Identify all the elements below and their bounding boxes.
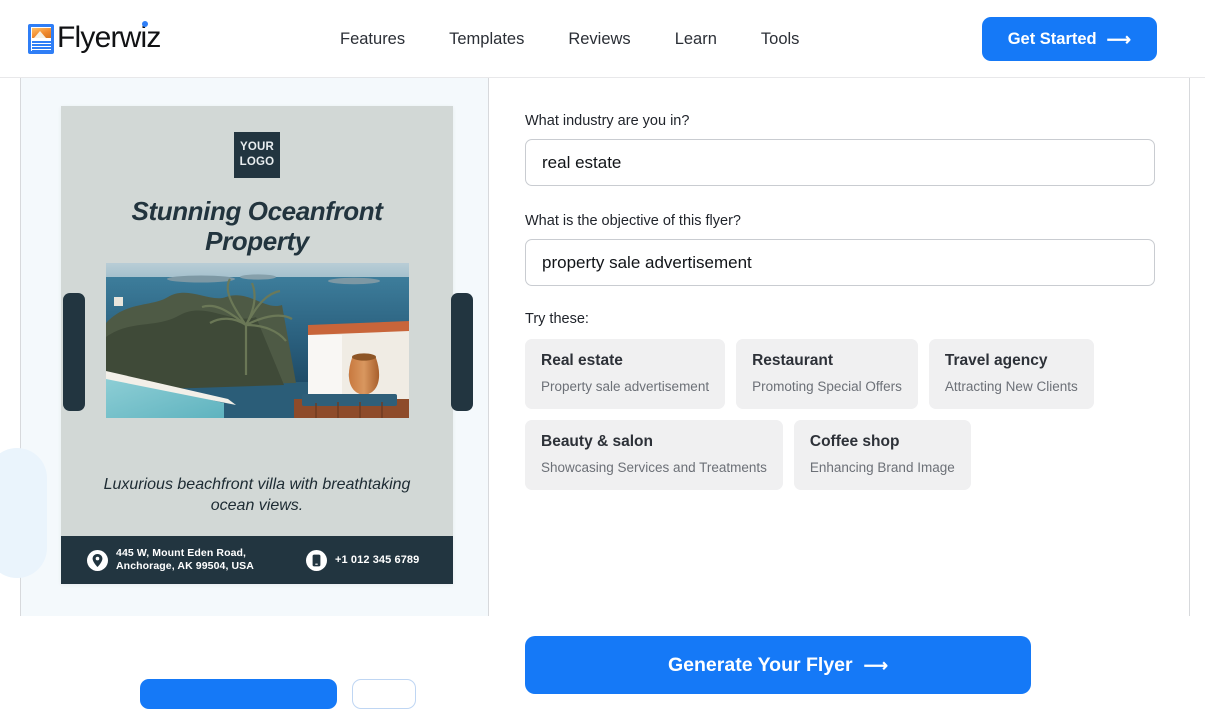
chip-title: Beauty & salon [541, 433, 653, 450]
suggestion-chip-real-estate[interactable]: Real estate Property sale advertisement [525, 339, 726, 409]
flyer-document-icon [28, 24, 54, 54]
location-pin-icon [87, 549, 108, 571]
get-started-label: Get Started [1007, 29, 1097, 48]
flyer-hero-photo [106, 263, 409, 418]
site-header: Flyerwiz Features Templates Reviews Lear… [0, 0, 1205, 78]
logo-dot-icon [141, 21, 148, 27]
generate-flyer-label: Generate Your Flyer [668, 653, 853, 676]
arrow-right-icon: ⟶ [1106, 29, 1131, 49]
flyer-preview-card[interactable]: YOUR LOGO Stunning Oceanfront Property L… [61, 106, 453, 584]
flyer-logo-line-1: YOUR [239, 141, 275, 153]
get-started-button[interactable]: Get Started ⟶ [981, 17, 1157, 61]
flyer-secondary-action-button[interactable] [352, 679, 416, 709]
chip-title: Restaurant [752, 352, 834, 369]
carousel-next-button[interactable] [451, 293, 473, 411]
suggestion-chip-beauty-salon[interactable]: Beauty & salon Showcasing Services and T… [525, 420, 783, 490]
suggestion-chip-list: Real estate Property sale advertisement … [525, 339, 1157, 490]
nav-item-templates[interactable]: Templates [427, 27, 546, 51]
brand-name: Flyerwiz [57, 21, 161, 54]
flyer-logo-placeholder: YOUR LOGO [234, 132, 280, 178]
main-nav: Features Templates Reviews Learn Tools [318, 27, 821, 51]
flyer-form: What industry are you in? What is the ob… [525, 112, 1157, 490]
decorative-blob [0, 448, 47, 578]
preview-pane: YOUR LOGO Stunning Oceanfront Property L… [0, 78, 489, 709]
chip-subtitle: Attracting New Clients [944, 379, 1078, 394]
chip-title: Real estate [541, 352, 623, 369]
pane-divider [1189, 78, 1190, 616]
flyer-footer: 445 W, Mount Eden Road, Anchorage, AK 99… [61, 536, 453, 584]
objective-input[interactable] [525, 239, 1155, 286]
flyer-logo-line-2: LOGO [239, 156, 275, 168]
industry-input[interactable] [525, 139, 1155, 186]
suggestion-chip-travel-agency[interactable]: Travel agency Attracting New Clients [928, 339, 1094, 409]
flyer-address-text: 445 W, Mount Eden Road, Anchorage, AK 99… [116, 547, 254, 572]
nav-item-tools[interactable]: Tools [739, 27, 822, 51]
phone-icon [305, 549, 327, 571]
nav-item-features[interactable]: Features [318, 27, 427, 51]
chip-title: Travel agency [944, 352, 1048, 369]
flyer-phone-block: +1 012 345 6789 [305, 549, 420, 571]
generate-flyer-button[interactable]: Generate Your Flyer ⟶ [525, 636, 1031, 694]
nav-item-learn[interactable]: Learn [653, 27, 739, 51]
chip-subtitle: Enhancing Brand Image [809, 460, 955, 475]
try-these-label: Try these: [525, 311, 589, 327]
carousel-prev-button[interactable] [63, 293, 85, 411]
flyer-primary-action-button[interactable] [140, 679, 337, 709]
chip-subtitle: Showcasing Services and Treatments [541, 460, 767, 475]
suggestion-chip-coffee-shop[interactable]: Coffee shop Enhancing Brand Image [793, 420, 971, 490]
flyer-address-block: 445 W, Mount Eden Road, Anchorage, AK 99… [87, 547, 254, 573]
flyer-subtitle: Luxurious beachfront villa with breathta… [103, 476, 411, 514]
flyer-title: Stunning Oceanfront Property [131, 196, 383, 256]
arrow-right-icon: ⟶ [863, 655, 888, 675]
chip-title: Coffee shop [809, 433, 900, 450]
chip-subtitle: Promoting Special Offers [752, 379, 902, 394]
suggestion-chip-restaurant[interactable]: Restaurant Promoting Special Offers [736, 339, 918, 409]
nav-item-reviews[interactable]: Reviews [546, 27, 652, 51]
flyer-phone-text: +1 012 345 6789 [334, 554, 420, 566]
main-stage: YOUR LOGO Stunning Oceanfront Property L… [0, 78, 1205, 709]
objective-label: What is the objective of this flyer? [525, 213, 741, 229]
industry-label: What industry are you in? [525, 113, 690, 129]
chip-subtitle: Property sale advertisement [541, 379, 710, 394]
brand-logo[interactable]: Flyerwiz [28, 21, 161, 54]
